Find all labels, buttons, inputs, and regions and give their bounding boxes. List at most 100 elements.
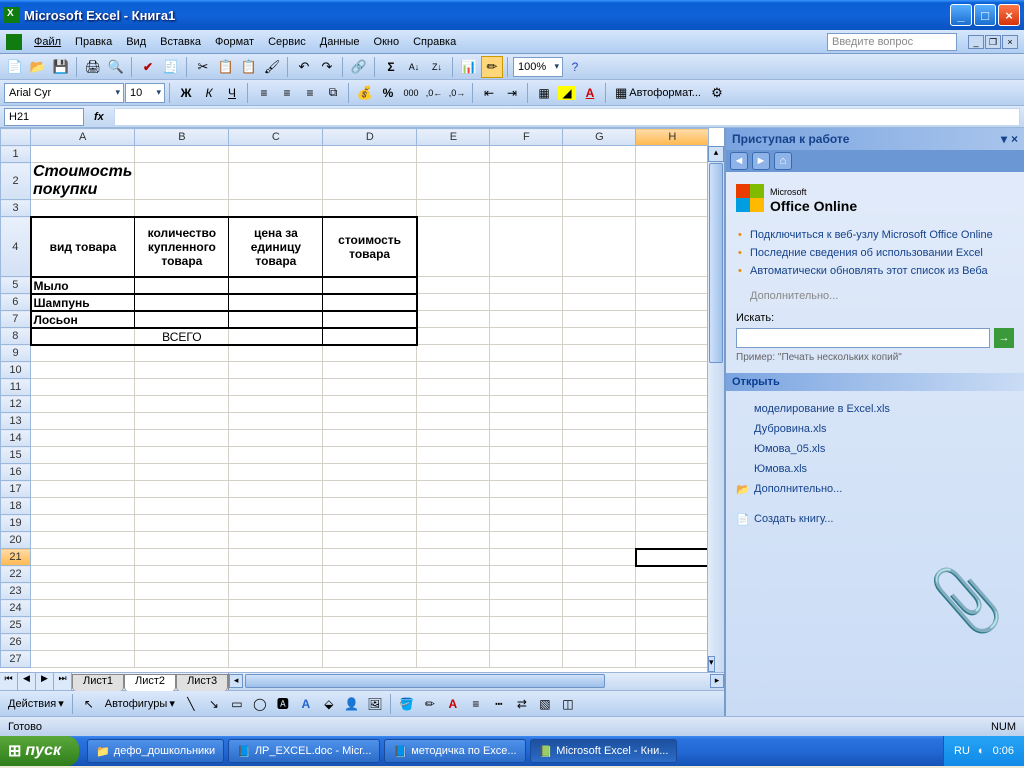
cell-C27[interactable] xyxy=(229,651,323,668)
cell-D1[interactable] xyxy=(323,146,417,163)
taskpane-home-icon[interactable]: ⌂ xyxy=(774,152,792,170)
cell-B13[interactable] xyxy=(135,413,229,430)
zoom-combo[interactable]: 100% xyxy=(513,57,563,77)
cell-D18[interactable] xyxy=(323,498,417,515)
cell-C9[interactable] xyxy=(229,345,323,362)
autosum-button[interactable]: Σ xyxy=(380,56,402,78)
cell-E5[interactable] xyxy=(417,277,490,294)
recent-file-2[interactable]: Юмова_05.xls xyxy=(736,439,1014,459)
cell-D12[interactable] xyxy=(323,396,417,413)
recent-file-1[interactable]: Дубровина.xls xyxy=(736,419,1014,439)
cell-D24[interactable] xyxy=(323,600,417,617)
cell-G5[interactable] xyxy=(563,277,636,294)
cell-D23[interactable] xyxy=(323,583,417,600)
row-header-11[interactable]: 11 xyxy=(1,379,31,396)
row-header-17[interactable]: 17 xyxy=(1,481,31,498)
row-header-15[interactable]: 15 xyxy=(1,447,31,464)
menu-file[interactable]: Файл xyxy=(28,34,67,50)
cell-F5[interactable] xyxy=(490,277,563,294)
menu-window[interactable]: Окно xyxy=(368,34,406,50)
picture-button[interactable]: 🖼 xyxy=(364,693,386,715)
cell-E12[interactable] xyxy=(417,396,490,413)
cell-G26[interactable] xyxy=(563,634,636,651)
cell-E17[interactable] xyxy=(417,481,490,498)
row-header-26[interactable]: 26 xyxy=(1,634,31,651)
cell-A12[interactable] xyxy=(31,396,135,413)
cell-A16[interactable] xyxy=(31,464,135,481)
clippy-assistant[interactable]: 📎 xyxy=(929,565,1004,636)
row-header-9[interactable]: 9 xyxy=(1,345,31,362)
cell-A18[interactable] xyxy=(31,498,135,515)
cell-H9[interactable] xyxy=(636,345,709,362)
maximize-button[interactable]: □ xyxy=(974,4,996,26)
cell-B19[interactable] xyxy=(135,515,229,532)
line-style-button[interactable]: ≡ xyxy=(465,693,487,715)
cell-F24[interactable] xyxy=(490,600,563,617)
cell-B6[interactable] xyxy=(135,294,229,311)
tray-icon[interactable]: ◐ xyxy=(978,745,985,757)
cell-A20[interactable] xyxy=(31,532,135,549)
cell-C12[interactable] xyxy=(229,396,323,413)
row-header-8[interactable]: 8 xyxy=(1,328,31,345)
cell-F25[interactable] xyxy=(490,617,563,634)
redo-button[interactable]: ↷ xyxy=(316,56,338,78)
cell-D4[interactable]: стоимость товара xyxy=(323,217,417,277)
row-header-6[interactable]: 6 xyxy=(1,294,31,311)
cell-C11[interactable] xyxy=(229,379,323,396)
cell-E1[interactable] xyxy=(417,146,490,163)
cell-B23[interactable] xyxy=(135,583,229,600)
cell-E22[interactable] xyxy=(417,566,490,583)
cell-F4[interactable] xyxy=(490,217,563,277)
taskbar-item-0[interactable]: 📁дефо_дошкольники xyxy=(87,739,224,763)
col-header-C[interactable]: C xyxy=(229,129,323,146)
cell-A26[interactable] xyxy=(31,634,135,651)
cell-F7[interactable] xyxy=(490,311,563,328)
cell-F16[interactable] xyxy=(490,464,563,481)
start-button[interactable]: пуск xyxy=(0,736,79,766)
save-button[interactable]: 💾 xyxy=(50,56,72,78)
cell-A27[interactable] xyxy=(31,651,135,668)
cell-A3[interactable] xyxy=(31,200,135,217)
italic-button[interactable]: К xyxy=(198,82,220,104)
cell-E7[interactable] xyxy=(417,311,490,328)
cell-B25[interactable] xyxy=(135,617,229,634)
cell-F20[interactable] xyxy=(490,532,563,549)
menu-insert[interactable]: Вставка xyxy=(154,34,207,50)
cell-G2[interactable] xyxy=(563,163,636,200)
name-box[interactable]: H21 xyxy=(4,108,84,126)
menu-help[interactable]: Справка xyxy=(407,34,462,50)
cell-F8[interactable] xyxy=(490,328,563,345)
font-color-button[interactable]: A xyxy=(579,82,601,104)
cell-B14[interactable] xyxy=(135,430,229,447)
vscroll-thumb[interactable] xyxy=(709,163,723,363)
cell-E19[interactable] xyxy=(417,515,490,532)
cell-C22[interactable] xyxy=(229,566,323,583)
cell-C24[interactable] xyxy=(229,600,323,617)
formula-input[interactable] xyxy=(114,108,1020,126)
font-name-combo[interactable]: Arial Cyr xyxy=(4,83,124,103)
cell-D27[interactable] xyxy=(323,651,417,668)
cell-C26[interactable] xyxy=(229,634,323,651)
cell-G23[interactable] xyxy=(563,583,636,600)
inc-indent-button[interactable]: ⇥ xyxy=(501,82,523,104)
cell-A4[interactable]: вид товара xyxy=(31,217,135,277)
cell-C1[interactable] xyxy=(229,146,323,163)
cell-G15[interactable] xyxy=(563,447,636,464)
textbox-button[interactable]: 🅰 xyxy=(272,693,294,715)
comma-button[interactable]: 000 xyxy=(400,82,422,104)
cell-F18[interactable] xyxy=(490,498,563,515)
spreadsheet-grid[interactable]: ABCDEFGH12Стоимость покупки34вид товарак… xyxy=(0,128,724,672)
cell-D5[interactable] xyxy=(323,277,417,294)
row-header-14[interactable]: 14 xyxy=(1,430,31,447)
cell-G16[interactable] xyxy=(563,464,636,481)
row-header-24[interactable]: 24 xyxy=(1,600,31,617)
autoshapes-menu[interactable]: Автофигуры ▾ xyxy=(101,697,179,710)
cell-H12[interactable] xyxy=(636,396,709,413)
help-search-input[interactable] xyxy=(827,33,957,51)
cell-G21[interactable] xyxy=(563,549,636,566)
cell-G22[interactable] xyxy=(563,566,636,583)
font-color-draw-button[interactable]: A xyxy=(442,693,464,715)
scroll-right-arrow[interactable]: ▸ xyxy=(710,674,724,688)
cell-G24[interactable] xyxy=(563,600,636,617)
row-header-20[interactable]: 20 xyxy=(1,532,31,549)
